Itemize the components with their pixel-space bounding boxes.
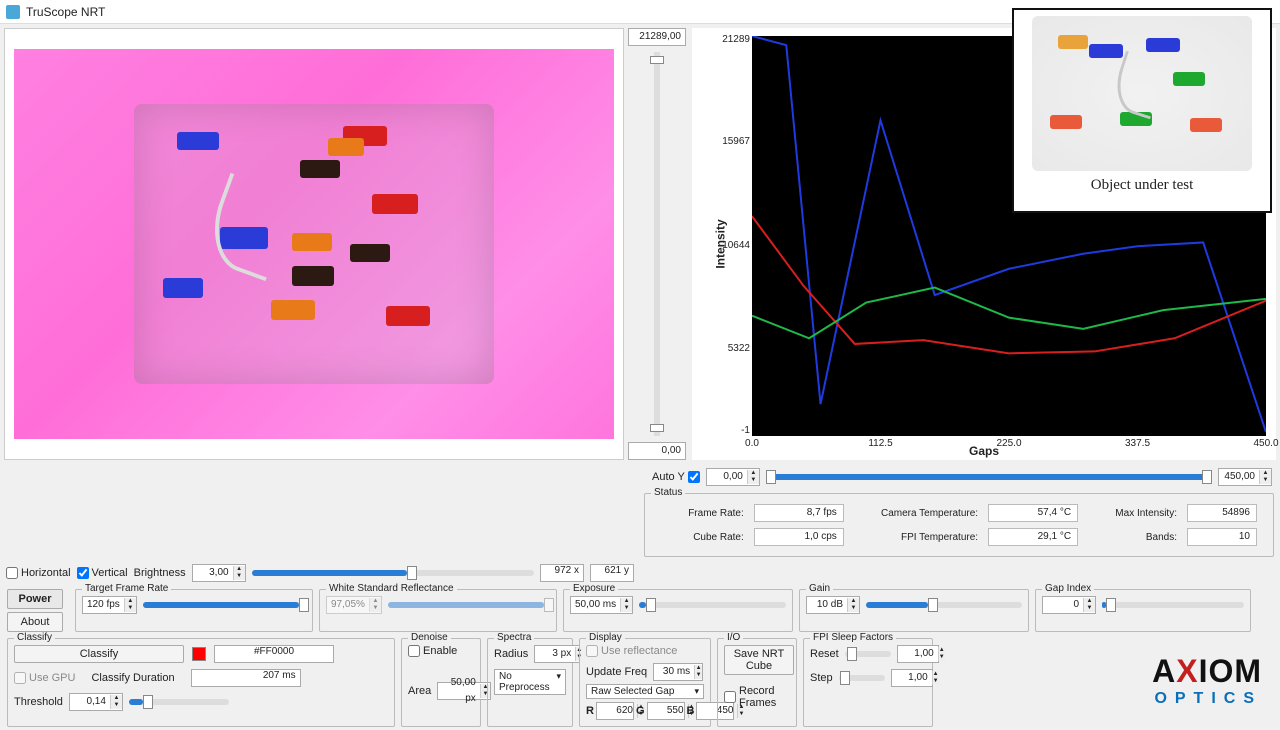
- sleep-step-slider[interactable]: [839, 675, 885, 681]
- cursor-y: 621 y: [590, 564, 634, 582]
- denoise-area-label: Area: [408, 685, 431, 697]
- vertical-checkbox[interactable]: Vertical: [77, 567, 128, 579]
- use-reflectance-checkbox[interactable]: Use reflectance: [586, 645, 677, 657]
- axiom-logo: AXIOM OPTICS: [1152, 653, 1262, 708]
- ytick: 10644: [702, 240, 750, 251]
- classify-color-hex[interactable]: #FF0000: [214, 645, 334, 663]
- exposure-slider[interactable]: [639, 602, 786, 608]
- auto-y-min[interactable]: 0,00▲▼: [706, 468, 760, 486]
- brightness-slider[interactable]: [252, 570, 534, 576]
- gap-index-slider[interactable]: [1102, 602, 1244, 608]
- auto-y-max[interactable]: 450,00▲▼: [1218, 468, 1272, 486]
- target-fps-slider[interactable]: [143, 602, 306, 608]
- save-nrt-cube-button[interactable]: Save NRT Cube: [724, 645, 794, 675]
- sleep-reset-spinner[interactable]: 1,00▲▼: [897, 645, 939, 663]
- record-frames-checkbox[interactable]: Record Frames: [724, 685, 790, 709]
- chart-xlabel: Gaps: [969, 444, 999, 458]
- denoise-area-spinner[interactable]: 50,00 px▲▼: [437, 682, 491, 700]
- classify-button[interactable]: Classify: [14, 645, 184, 663]
- classify-duration-value: 207 ms: [191, 669, 301, 687]
- threshold-slider[interactable]: [129, 699, 229, 705]
- cube-rate-value: 1,0 cps: [754, 528, 844, 546]
- camera-temp-value: 57,4 °C: [988, 504, 1078, 522]
- white-std-slider[interactable]: [388, 602, 550, 608]
- gap-index-spinner[interactable]: 0▲▼: [1042, 596, 1096, 614]
- paperclip-icon: [200, 173, 297, 282]
- status-legend: Status: [651, 487, 685, 498]
- xtick: 0.0: [745, 438, 759, 449]
- auto-y-checkbox[interactable]: Auto Y: [652, 471, 700, 483]
- preprocess-select[interactable]: No Preprocess: [494, 669, 566, 695]
- app-icon: [6, 5, 20, 19]
- r-spinner[interactable]: 620▲▼: [596, 702, 634, 720]
- status-grid: Frame Rate: 8,7 fps Camera Temperature: …: [651, 500, 1267, 550]
- classify-duration-label: Classify Duration: [91, 672, 174, 684]
- xtick: 337.5: [1125, 438, 1150, 449]
- sleep-step-spinner[interactable]: 1,00▲▼: [891, 669, 933, 687]
- ytick: 21289: [702, 34, 750, 45]
- ytick: 5322: [702, 343, 750, 354]
- white-std-spinner[interactable]: 97,05%▲▼: [326, 596, 382, 614]
- threshold-label: Threshold: [14, 696, 63, 708]
- cursor-x: 972 x: [540, 564, 584, 582]
- tab-power[interactable]: Power: [7, 589, 63, 609]
- window-title: TruScope NRT: [26, 5, 105, 19]
- use-gpu-checkbox[interactable]: Use GPU: [14, 672, 75, 684]
- threshold-spinner[interactable]: 0,14▲▼: [69, 693, 123, 711]
- display-mode-select[interactable]: Raw Selected Gap: [586, 684, 704, 699]
- ytick: 15967: [702, 136, 750, 147]
- xtick: 450.0: [1253, 438, 1278, 449]
- gain-spinner[interactable]: 10 dB▲▼: [806, 596, 860, 614]
- image-pane[interactable]: [4, 28, 624, 460]
- xtick: 112.5: [868, 438, 892, 449]
- auto-y-range-slider[interactable]: [766, 474, 1212, 480]
- brightness-label: Brightness: [134, 567, 186, 579]
- ytick: -1: [702, 425, 750, 436]
- subject-region: [134, 104, 494, 384]
- intensity-vslider[interactable]: [654, 52, 660, 436]
- horizontal-checkbox[interactable]: Horizontal: [6, 567, 71, 579]
- target-fps-spinner[interactable]: 120 fps▲▼: [82, 596, 137, 614]
- bands-value: 10: [1187, 528, 1257, 546]
- fpi-temp-value: 29,1 °C: [988, 528, 1078, 546]
- brightness-spinner[interactable]: 3,00▲▼: [192, 564, 246, 582]
- spectra-radius-spinner[interactable]: 3 px▲▼: [534, 645, 580, 663]
- xtick: 225.0: [996, 438, 1021, 449]
- camera-image: [14, 49, 614, 439]
- inset-photo: [1032, 16, 1252, 171]
- tab-about[interactable]: About: [7, 612, 63, 632]
- g-spinner[interactable]: 550▲▼: [647, 702, 685, 720]
- max-intensity-value: 54896: [1187, 504, 1257, 522]
- frame-rate-value: 8,7 fps: [754, 504, 844, 522]
- denoise-enable-checkbox[interactable]: Enable: [408, 645, 457, 657]
- vslider-bottom-value[interactable]: 0,00: [628, 442, 686, 460]
- update-freq-spinner[interactable]: 30 ms▲▼: [653, 663, 703, 681]
- gain-slider[interactable]: [866, 602, 1022, 608]
- paperclip-icon: [1108, 51, 1168, 120]
- intensity-vslider-col: 21289,00 0,00: [628, 28, 686, 460]
- inset-caption: Object under test: [1091, 177, 1193, 194]
- exposure-spinner[interactable]: 50,00 ms▲▼: [570, 596, 633, 614]
- vslider-top-value[interactable]: 21289,00: [628, 28, 686, 46]
- classify-color-swatch[interactable]: [192, 647, 206, 661]
- sleep-reset-slider[interactable]: [845, 651, 891, 657]
- object-under-test-inset: Object under test: [1012, 8, 1272, 213]
